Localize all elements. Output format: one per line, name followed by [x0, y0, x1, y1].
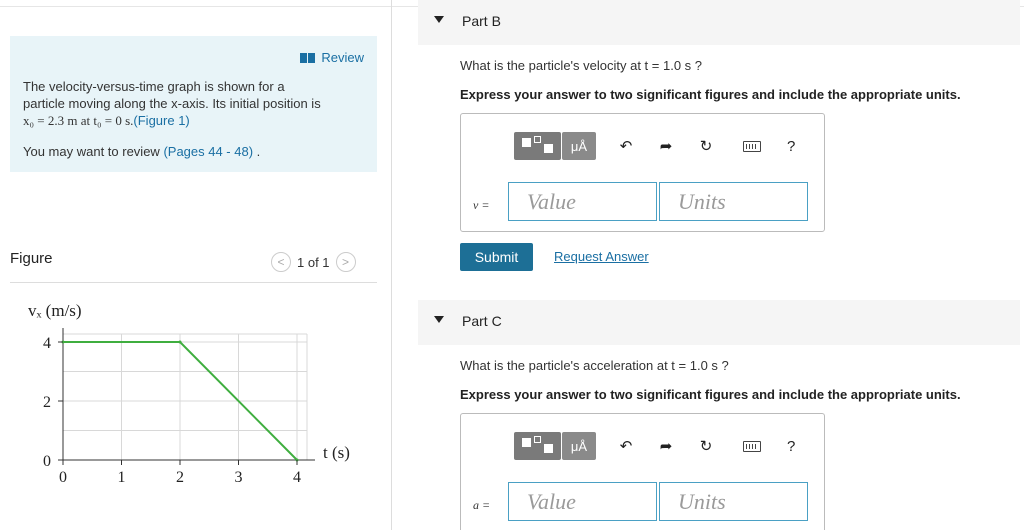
- problem-intro: Review The velocity-versus-time graph is…: [10, 36, 377, 172]
- part-c-header[interactable]: Part C: [418, 300, 1020, 345]
- y-tick-label: 4: [43, 335, 51, 352]
- y-tick-label: 0: [43, 453, 51, 470]
- next-figure-button[interactable]: >: [335, 252, 356, 272]
- value-input[interactable]: Value: [508, 482, 657, 521]
- part-b-header[interactable]: Part B: [418, 0, 1020, 45]
- part-c-label: Part C: [462, 313, 502, 329]
- y-axis-label: vₓ (m/s): [28, 301, 82, 320]
- help-button[interactable]: ?: [787, 138, 795, 155]
- initial-conditions: x₀ = 2.3 m at t₀ = 0 s.: [23, 113, 134, 128]
- part-b-instruction: Express your answer to two significant f…: [460, 87, 961, 102]
- reset-icon[interactable]: ↻: [696, 136, 716, 156]
- pages-link[interactable]: (Pages 44 - 48): [163, 144, 253, 159]
- chevron-left-icon: <: [277, 255, 285, 269]
- collapse-caret-icon[interactable]: [434, 16, 444, 23]
- pager-text: 1 of 1: [297, 254, 330, 270]
- undo-icon[interactable]: ↶: [616, 436, 636, 456]
- panel-divider: [391, 0, 392, 530]
- book-icon: [300, 52, 316, 63]
- part-b-answer-box: μÅ ↶ ➦ ↻ ? v = Value Units: [460, 113, 825, 232]
- units-symbols-button[interactable]: μÅ: [562, 432, 596, 460]
- redo-icon[interactable]: ➦: [656, 136, 676, 156]
- submit-button[interactable]: Submit: [460, 243, 533, 271]
- chevron-right-icon: >: [342, 255, 350, 269]
- x-tick-label: 4: [293, 469, 301, 486]
- chart-grid: [63, 333, 308, 460]
- part-c-question: What is the particle's acceleration at t…: [460, 358, 729, 373]
- figure-pager: < 1 of 1 >: [271, 252, 356, 272]
- part-c-toolbar: μÅ ↶ ➦ ↻ ?: [514, 432, 795, 460]
- help-button[interactable]: ?: [787, 438, 795, 455]
- part-c-answer-box: μÅ ↶ ➦ ↻ ? a = Value Units: [460, 413, 825, 530]
- velocity-time-chart: 0 1 2 3 4 0 2 4 vₓ (m/s) t (s): [28, 301, 350, 486]
- figure-link[interactable]: (Figure 1): [133, 113, 189, 128]
- undo-icon[interactable]: ↶: [616, 136, 636, 156]
- request-answer-link[interactable]: Request Answer: [554, 249, 649, 264]
- intro-line-2: particle moving along the x-axis. Its in…: [23, 96, 321, 111]
- collapse-caret-icon[interactable]: [434, 316, 444, 323]
- x-tick-label: 2: [176, 469, 184, 486]
- units-input[interactable]: Units: [659, 482, 808, 521]
- intro-line-3: x₀ = 2.3 m at t₀ = 0 s.(Figure 1): [23, 112, 368, 129]
- review-link[interactable]: Review: [300, 50, 364, 65]
- data-point: [178, 340, 182, 344]
- part-c-instruction: Express your answer to two significant f…: [460, 387, 961, 402]
- x-tick-label: 3: [235, 469, 243, 486]
- keyboard-icon[interactable]: [743, 140, 761, 152]
- part-b-question: What is the particle's velocity at t = 1…: [460, 58, 703, 73]
- y-tick-label: 2: [43, 394, 51, 411]
- figure-title: Figure: [10, 250, 53, 267]
- reset-icon[interactable]: ↻: [696, 436, 716, 456]
- x-tick-label: 1: [118, 469, 126, 486]
- review-pages-suffix: .: [253, 144, 261, 159]
- templates-button[interactable]: [514, 432, 561, 460]
- templates-button[interactable]: [514, 132, 561, 160]
- units-input[interactable]: Units: [659, 182, 808, 221]
- intro-line-1: The velocity-versus-time graph is shown …: [23, 79, 285, 94]
- x-axis-label: t (s): [323, 443, 350, 462]
- part-b-label: Part B: [462, 13, 501, 29]
- review-pages-line: You may want to review (Pages 44 - 48) .: [23, 143, 368, 160]
- problem-text: The velocity-versus-time graph is shown …: [23, 78, 368, 160]
- keyboard-icon[interactable]: [743, 440, 761, 452]
- variable-label: v =: [473, 198, 490, 212]
- redo-icon[interactable]: ➦: [656, 436, 676, 456]
- value-input[interactable]: Value: [508, 182, 657, 221]
- review-label: Review: [321, 50, 364, 65]
- figure-divider: [10, 282, 377, 283]
- variable-label: a =: [473, 498, 491, 512]
- prev-figure-button[interactable]: <: [271, 252, 291, 272]
- chart-ticks: 0 1 2 3 4 0 2 4: [43, 335, 301, 486]
- part-b-toolbar: μÅ ↶ ➦ ↻ ?: [514, 132, 795, 160]
- units-symbols-button[interactable]: μÅ: [562, 132, 596, 160]
- x-tick-label: 0: [59, 469, 67, 486]
- review-pages-prefix: You may want to review: [23, 144, 164, 159]
